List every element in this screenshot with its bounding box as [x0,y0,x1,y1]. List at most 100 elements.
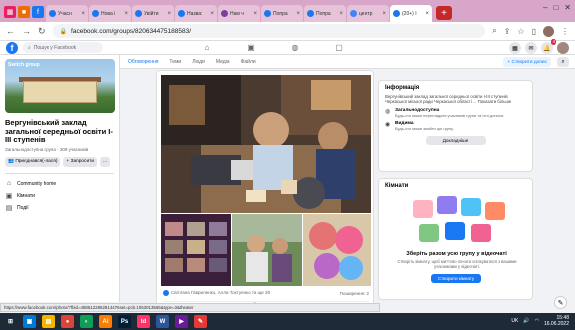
url-field[interactable]: 🔒 facebook.com/groups/820634475188583/ [52,24,486,38]
new-tab-button[interactable]: + [436,6,452,20]
edge-icon[interactable]: ◐ [80,315,93,328]
menu-icon[interactable]: ⋮ [561,27,569,36]
browser-tab[interactable]: Попра × [304,5,346,22]
tab-label: Увійти [144,10,159,17]
files-icon[interactable]: ▣ [23,315,36,328]
create-post-button[interactable]: + Створити допис [503,57,551,67]
more-info-button[interactable]: Докладніше [425,135,486,145]
tab-media[interactable]: Медіа [216,59,230,65]
group-cover-thumbnail[interactable]: Switch group [5,59,115,113]
browser-tab[interactable]: Увійти × [132,5,174,22]
invite-button[interactable]: + Запросити [63,156,98,167]
messenger-icon[interactable]: ✉ [525,42,537,54]
profile-avatar[interactable] [543,25,554,37]
wifi-icon[interactable]: ◠ [535,318,539,324]
tab-close-icon[interactable]: × [425,11,429,17]
tab-close-icon[interactable]: × [382,11,386,17]
children-photo [232,214,302,286]
tab-label: Нова і [101,10,116,17]
reload-icon[interactable]: ↻ [38,26,46,37]
tab-close-icon[interactable]: × [81,11,85,17]
extensions-icon[interactable]: ▯ [532,27,536,36]
post-photo-crafts[interactable] [303,214,371,286]
close-window-button[interactable]: ✕ [564,3,571,12]
sidebar-item-label: Кімнати [17,192,35,199]
paint-icon[interactable]: ✎ [194,315,207,328]
browser-tab[interactable]: (20+) І × [390,5,432,22]
tab-close-icon[interactable]: × [167,11,171,17]
info-row-privacy: ◍ Загальнодоступна Будь-хто може перегля… [385,108,526,118]
facebook-logo-icon[interactable]: f [6,41,18,54]
explorer-icon[interactable]: ▤ [42,315,55,328]
forward-icon[interactable]: → [22,26,31,36]
avatar[interactable] [557,42,569,54]
chrome-icon[interactable]: ● [61,315,74,328]
tab-close-icon[interactable]: × [210,11,214,17]
browser-tab[interactable]: Нова і × [89,5,131,22]
word-icon[interactable]: W [156,315,169,328]
language-indicator[interactable]: UK [511,318,518,324]
tab-files[interactable]: Файли [241,59,256,65]
bookmark-icon[interactable]: ☆ [517,27,524,36]
pinned-tab-icon[interactable]: ▦ [4,6,16,18]
kids-at-table-photo [161,75,371,213]
shares-count[interactable]: Поширення: 2 [340,291,369,296]
groups-icon[interactable]: ▢ [332,42,346,53]
notifications-icon[interactable]: 🔔 4 [541,39,556,54]
group-name[interactable]: Вергунівський заклад загальної середньої… [5,118,114,145]
sidebar-item-events[interactable]: ▤ Події [5,202,114,214]
lock-icon[interactable]: 🔒 [60,28,67,35]
room-avatar-tile [471,224,491,242]
sidebar-item-community-home[interactable]: ⌂ Community home [5,178,114,190]
facebook-main-nav: ⌂ ▣ ◍ ▢ [200,42,346,53]
indesign-icon[interactable]: Id [137,315,150,328]
photoshop-icon[interactable]: Ps [118,315,131,328]
minimize-button[interactable]: – [543,3,547,12]
media-icon[interactable]: ▶ [175,315,188,328]
share-icon[interactable]: ⇪ [504,27,511,36]
clock[interactable]: 15:48 16.06.2022 [544,315,569,327]
tab-label: Попра [273,10,288,17]
post-photo-main[interactable] [161,75,371,213]
more-button[interactable]: ... [100,156,111,167]
tab-people[interactable]: Люди [192,59,205,65]
browser-tab[interactable]: Назва: × [175,5,217,22]
browser-tab[interactable]: Нам ч × [218,5,260,22]
create-room-button[interactable]: Створити кімнату [431,274,481,283]
address-bar: ← → ↻ 🔒 facebook.com/groups/820634475188… [0,22,575,41]
browser-tab[interactable]: Попра × [261,5,303,22]
search-icon[interactable]: ⌕ [492,26,496,36]
reactions-summary[interactable]: Світлана Гавриленко, Алла Тохтуенко та щ… [163,290,270,296]
home-icon[interactable]: ⌂ [200,42,214,53]
room-avatar-tile [445,222,465,240]
tab-discussion[interactable]: Обговорення [128,59,158,65]
back-icon[interactable]: ← [6,26,15,36]
maximize-button[interactable]: □ [553,3,558,12]
post-photo-children[interactable] [232,214,302,286]
tab-close-icon[interactable]: × [124,11,128,17]
browser-tab[interactable]: Учасн × [46,5,88,22]
video-icon[interactable]: ▣ [244,42,258,53]
tab-favicon-icon [92,10,99,17]
divider [5,172,114,174]
search-icon[interactable]: ⌕ [557,57,569,67]
start-icon[interactable]: ⊞ [4,315,17,328]
tab-topics[interactable]: Теми [169,59,181,65]
facebook-search-input[interactable]: ⌕ Пошук у Facebook [23,42,103,53]
illustrator-icon[interactable]: Ai [99,315,112,328]
pinned-tab-icon[interactable]: f [32,6,44,18]
menu-grid-icon[interactable]: ▦ [509,42,521,54]
volume-icon[interactable]: 🔊 [523,318,529,324]
joined-button[interactable]: 👥 Приєднався(-лася) [5,156,61,167]
post-photo-video-call[interactable] [161,214,231,286]
tab-label: Назва: [187,10,203,17]
tab-close-icon[interactable]: × [296,11,300,17]
tab-label: Нам ч [230,10,244,17]
browser-tab[interactable]: центр × [347,5,389,22]
compose-icon[interactable]: ✎ [554,296,567,309]
tab-close-icon[interactable]: × [339,11,343,17]
tab-close-icon[interactable]: × [253,11,257,17]
marketplace-icon[interactable]: ◍ [288,42,302,53]
pinned-tab-icon[interactable]: ■ [18,6,30,18]
sidebar-item-rooms[interactable]: ▣ Кімнати [5,190,114,202]
